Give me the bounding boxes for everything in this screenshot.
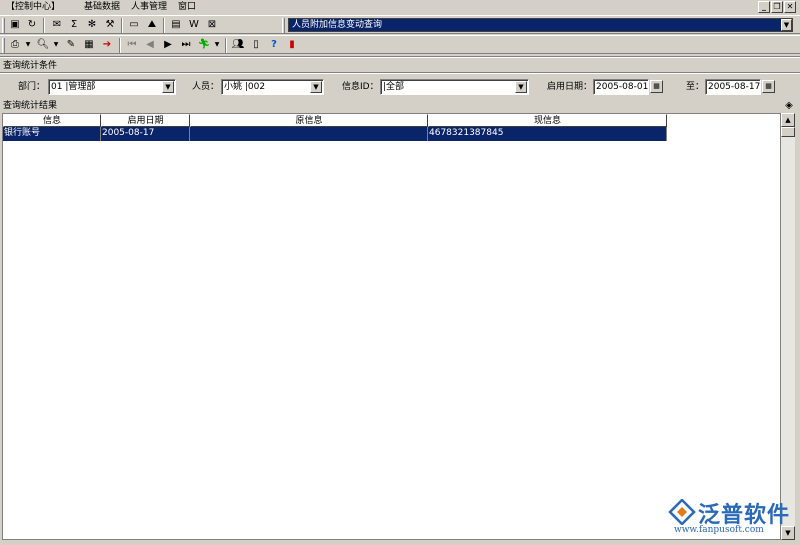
exit-icon[interactable]: ➔ [100, 38, 114, 52]
door-exit-icon[interactable]: ▮ [285, 38, 299, 52]
col-header-new-info[interactable]: 现信息 [428, 114, 667, 127]
restore-button[interactable]: ❐ [771, 1, 783, 13]
col-header-info[interactable]: 信息 [3, 114, 101, 127]
first-record-icon: ⏮ [127, 39, 137, 50]
refresh-icon[interactable]: ↻ [25, 18, 39, 32]
run-dropdown-icon[interactable]: ▼ [213, 38, 221, 52]
toolbar-grip [2, 38, 5, 53]
results-grid[interactable]: 信息 启用日期 原信息 现信息 银行账号 2005-08-17 46783213… [2, 113, 781, 540]
close-button[interactable]: ✕ [784, 1, 796, 13]
tools-icon[interactable]: ⚒ [103, 18, 117, 32]
divider [0, 72, 800, 74]
results-section-label: 查询统计结果 [3, 101, 58, 111]
module-title-value: 人员附加信息变动查询 [292, 20, 383, 30]
vertical-scrollbar[interactable]: ▲ ▼ [781, 113, 795, 540]
infoid-value: |全部 [383, 82, 405, 92]
person-value: 小姚 |002 [224, 82, 266, 92]
calculator-icon[interactable]: ▯ [249, 38, 263, 52]
home-icon[interactable]: ▣ [8, 18, 22, 32]
toolbar-grip [282, 18, 285, 33]
end-date-value: 2005-08-17 [708, 82, 761, 92]
toolbar-bottom: ⎙ ▼ 🔍︎ ▼ ✎ ▦ ➔ ⏮ ◀ ▶ ⏭ 🏃︎ ▼ 👥︎ ▯ ? ▮ [0, 35, 800, 54]
toolbar-separator [119, 38, 121, 53]
end-date-input[interactable]: 2005-08-17 [705, 79, 761, 95]
query-section-label: 查询统计条件 [3, 61, 58, 71]
run-person-icon[interactable]: 🏃︎ [197, 38, 211, 52]
mail-icon[interactable]: ✉ [50, 18, 64, 32]
infoid-select[interactable]: |全部 ▼ [380, 79, 529, 95]
logo-url: www.fanpusoft.com [674, 525, 764, 535]
calendar-icon[interactable]: ▦ [650, 80, 663, 93]
table-cell: 4678321387845 [428, 127, 667, 141]
menu-bar: 【控制中心】 基础数据 人事管理 窗口 _ ❐ ✕ [0, 0, 800, 15]
toolbar-separator [121, 18, 123, 33]
toolbar-separator [163, 18, 165, 33]
print-dropdown-icon[interactable]: ▼ [24, 38, 32, 52]
users-icon[interactable]: 👥︎ [231, 38, 245, 52]
col-header-start-date[interactable]: 启用日期 [101, 114, 190, 127]
table-row[interactable]: 银行账号 2005-08-17 4678321387845 [3, 127, 667, 141]
dept-select[interactable]: 01 |管理部 ▼ [48, 79, 176, 95]
grid-settings-icon[interactable]: ◈ [782, 99, 796, 113]
logo-mark-icon [668, 499, 696, 525]
toolbar-separator [43, 18, 45, 33]
document-icon[interactable]: ▤ [169, 18, 183, 32]
brand-logo: 泛普软件 www.fanpusoft.com [668, 497, 796, 539]
table-icon[interactable]: ▦ [82, 38, 96, 52]
menu-control-center[interactable]: 【控制中心】 [4, 1, 62, 14]
preview-dropdown-icon[interactable]: ▼ [52, 38, 60, 52]
menu-hr-management[interactable]: 人事管理 [129, 1, 169, 14]
table-cell [190, 127, 428, 141]
monitor-icon[interactable]: ▭ [127, 18, 141, 32]
person-select[interactable]: 小姚 |002 ▼ [221, 79, 324, 95]
prev-record-icon: ◀ [146, 39, 154, 50]
help-icon[interactable]: ? [267, 38, 281, 52]
scroll-up-icon[interactable]: ▲ [781, 113, 795, 127]
table-cell: 银行账号 [3, 127, 101, 141]
last-record-icon[interactable]: ⏭ [179, 38, 193, 52]
start-date-value: 2005-08-01 [596, 82, 649, 92]
to-label: 至： [686, 82, 705, 92]
chart-icon[interactable]: ⛰ [145, 18, 159, 32]
dept-label: 部门： [18, 82, 46, 92]
preview-icon[interactable]: 🔍︎ [36, 38, 50, 52]
chevron-down-icon[interactable]: ▼ [515, 81, 527, 93]
word-icon[interactable]: W [187, 18, 201, 32]
sigma-icon[interactable]: Σ [67, 18, 81, 32]
chevron-down-icon[interactable]: ▼ [162, 81, 174, 93]
toolbar-separator [225, 38, 227, 53]
toolbar-grip [2, 18, 5, 33]
table-cell: 2005-08-17 [101, 127, 190, 141]
calendar-icon[interactable]: ▦ [762, 80, 775, 93]
dept-value: 01 |管理部 [51, 82, 96, 92]
menu-window[interactable]: 窗口 [176, 1, 198, 14]
next-record-icon[interactable]: ▶ [161, 38, 175, 52]
divider [0, 56, 800, 58]
scroll-thumb[interactable] [781, 127, 795, 137]
menu-basic-data[interactable]: 基础数据 [82, 1, 122, 14]
start-date-label: 启用日期： [547, 82, 593, 92]
chevron-down-icon[interactable]: ▼ [781, 19, 792, 31]
print-icon[interactable]: ⎙ [8, 38, 22, 52]
start-date-input[interactable]: 2005-08-01 [593, 79, 649, 95]
col-header-old-info[interactable]: 原信息 [190, 114, 428, 127]
minimize-button[interactable]: _ [758, 1, 770, 13]
gear-icon[interactable]: ✻ [85, 18, 99, 32]
infoid-label: 信息ID： [342, 82, 379, 92]
module-title-combo[interactable]: 人员附加信息变动查询 ▼ [288, 18, 793, 32]
excel-icon[interactable]: ⊠ [205, 18, 219, 32]
edit-icon[interactable]: ✎ [64, 38, 78, 52]
person-label: 人员： [192, 82, 220, 92]
chevron-down-icon[interactable]: ▼ [310, 81, 322, 93]
